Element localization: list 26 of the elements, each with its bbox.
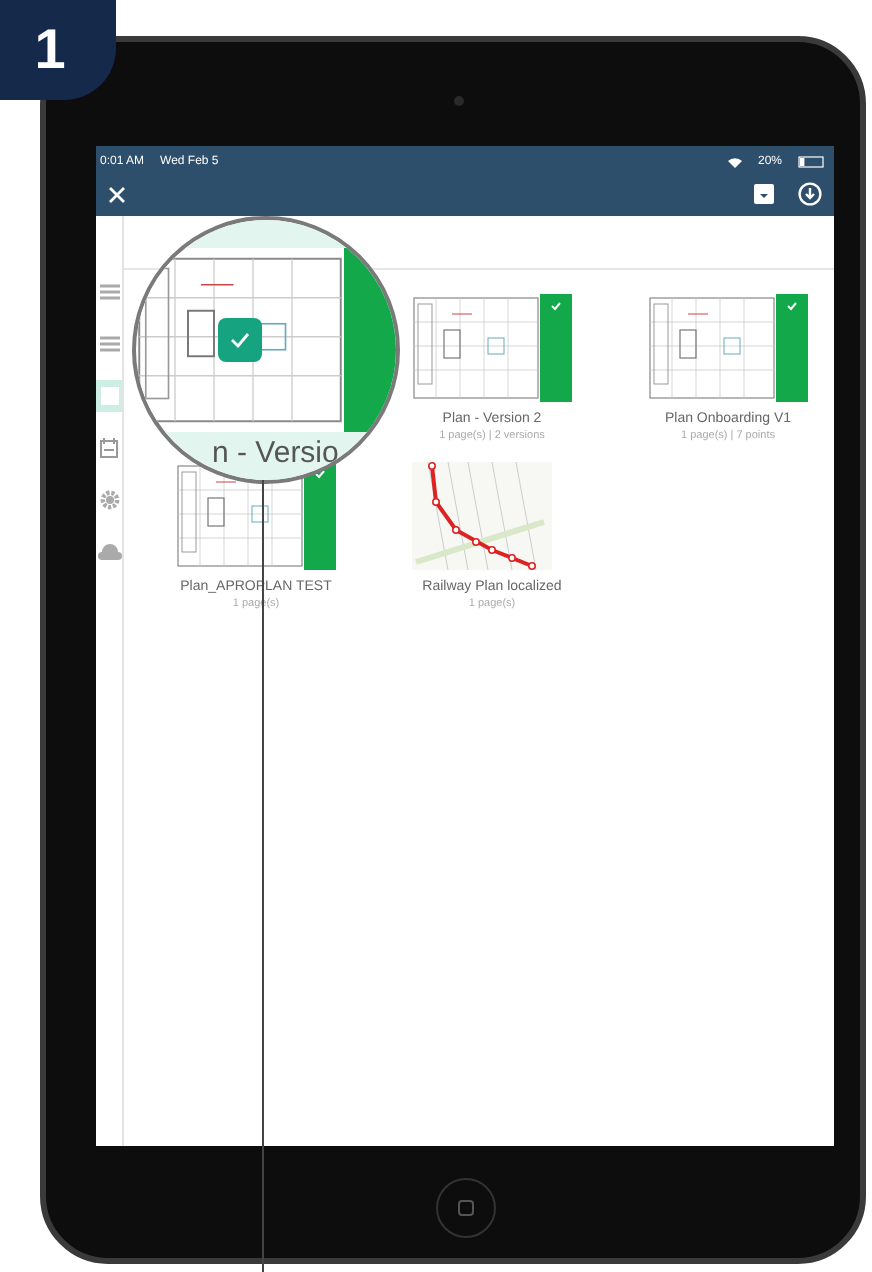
floor-plan-drawing (648, 294, 776, 402)
square-icon (457, 1200, 473, 1216)
selection-checkbox[interactable] (218, 318, 262, 362)
download-button[interactable] (798, 182, 822, 206)
download-icon (798, 182, 822, 206)
camera-dot (454, 96, 464, 106)
close-icon (108, 185, 126, 203)
list-icon (99, 284, 119, 300)
railway-map-drawing (412, 462, 552, 570)
floor-plan-drawing (412, 294, 540, 402)
document-icon (99, 386, 119, 406)
list-icon (99, 336, 119, 352)
step-badge: 1 (0, 0, 116, 100)
cloud-icon (97, 544, 121, 560)
calendar-icon (100, 438, 118, 458)
gear-icon (99, 490, 119, 510)
tray-icon (754, 184, 774, 204)
archive-button[interactable] (754, 184, 774, 204)
close-button[interactable] (108, 185, 126, 203)
check-icon (550, 300, 562, 312)
check-icon (786, 300, 798, 312)
wifi-icon (727, 157, 742, 167)
check-icon (230, 332, 250, 348)
sidebar-item[interactable] (96, 432, 122, 464)
home-button[interactable] (435, 1178, 495, 1238)
battery-icon (798, 156, 826, 168)
